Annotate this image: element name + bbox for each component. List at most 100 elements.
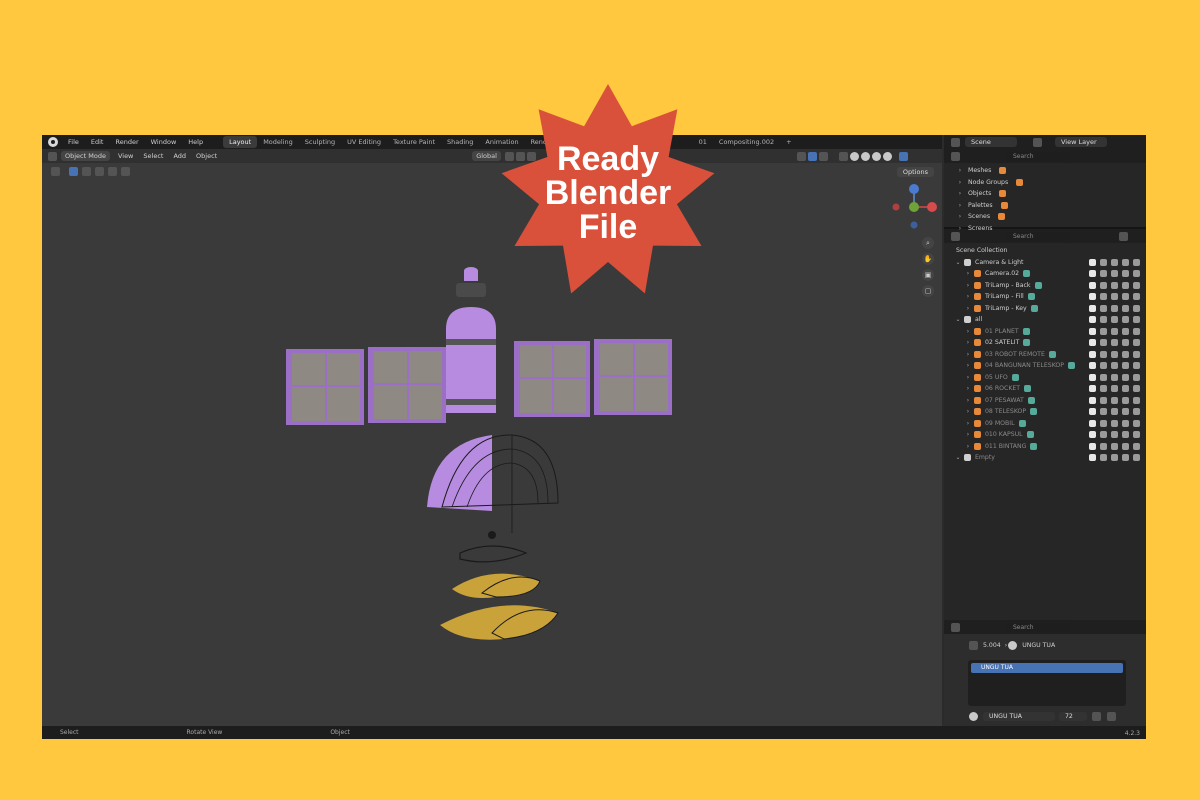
render-camera-icon[interactable]	[1133, 350, 1140, 358]
outliner-item[interactable]: › 06 ROCKET	[944, 383, 1146, 395]
select-arrow-icon[interactable]	[1100, 431, 1107, 438]
outliner-item[interactable]: › 05 UFO	[944, 372, 1146, 384]
data-browser-item[interactable]: › Objects	[944, 188, 1146, 200]
viewport-display-icon[interactable]	[1122, 373, 1129, 381]
render-camera-icon[interactable]	[1133, 396, 1140, 404]
menu-help[interactable]: Help	[182, 138, 209, 146]
material-users-count[interactable]: 72	[1059, 712, 1087, 721]
camera-view-icon[interactable]	[898, 151, 908, 161]
exclude-checkbox-icon[interactable]	[1089, 442, 1096, 450]
eye-icon[interactable]	[1111, 270, 1118, 277]
outliner-item[interactable]: › 011 BINTANG	[944, 441, 1146, 453]
blender-logo-icon[interactable]	[48, 137, 58, 147]
eye-icon[interactable]	[1111, 373, 1118, 381]
expand-arrow-icon[interactable]: ⌄	[954, 316, 962, 323]
outliner-item[interactable]: › 03 ROBOT REMOTE	[944, 349, 1146, 361]
workspace-tab-uv-editing[interactable]: UV Editing	[341, 136, 387, 148]
eye-icon[interactable]	[1111, 362, 1118, 369]
expand-arrow-icon[interactable]: ›	[964, 420, 972, 427]
xray-icon[interactable]	[838, 151, 848, 161]
expand-arrow-icon[interactable]: ⌄	[954, 259, 962, 266]
viewport-display-icon[interactable]	[1122, 431, 1129, 438]
exclude-checkbox-icon[interactable]	[1089, 408, 1096, 415]
exclude-checkbox-icon[interactable]	[1089, 419, 1096, 427]
exclude-checkbox-icon[interactable]	[1089, 270, 1096, 277]
scene-icon[interactable]	[951, 137, 960, 147]
workspace-tab-layout[interactable]: Layout	[223, 136, 258, 148]
workspace-tab-texture-paint[interactable]: Texture Paint	[387, 136, 441, 148]
exclude-checkbox-icon[interactable]	[1089, 304, 1096, 312]
viewport-display-icon[interactable]	[1122, 396, 1129, 404]
outliner-item[interactable]: › 010 KAPSUL	[944, 429, 1146, 441]
viewport-display-icon[interactable]	[1122, 454, 1129, 461]
select-arrow-icon[interactable]	[1100, 339, 1107, 346]
eye-icon[interactable]	[1111, 304, 1118, 312]
eye-icon[interactable]	[1111, 258, 1118, 266]
data-browser-item[interactable]: › Node Groups	[944, 177, 1146, 189]
select-arrow-icon[interactable]	[1100, 270, 1107, 277]
select-box-icon[interactable]	[69, 167, 78, 176]
data-browser-search[interactable]: Search	[1005, 151, 1071, 161]
3d-viewport[interactable]: Options ⌕ ✋ ▣ ▢	[42, 163, 942, 726]
add-workspace-button[interactable]: +	[780, 136, 797, 148]
viewport-display-icon[interactable]	[1122, 281, 1129, 289]
expand-arrow-icon[interactable]: ⌄	[954, 454, 962, 461]
expand-arrow-icon[interactable]: ›	[956, 190, 964, 197]
data-browser-item[interactable]: › Palettes	[944, 200, 1146, 212]
expand-arrow-icon[interactable]: ›	[964, 362, 972, 369]
material-browse-icon[interactable]	[969, 712, 978, 721]
viewport-display-icon[interactable]	[1122, 304, 1129, 312]
select-arrow-icon[interactable]	[1100, 304, 1107, 312]
render-camera-icon[interactable]	[1133, 281, 1140, 289]
outliner-item[interactable]: ⌄ Camera & Light	[944, 257, 1146, 269]
exclude-checkbox-icon[interactable]	[1089, 431, 1096, 438]
viewport-display-icon[interactable]	[1122, 316, 1129, 323]
lock-icon[interactable]: ▢	[922, 285, 934, 297]
outliner-item[interactable]: › 01 PLANET	[944, 326, 1146, 338]
outliner-item[interactable]: › 08 TELESKOP	[944, 406, 1146, 418]
expand-arrow-icon[interactable]: ›	[964, 408, 972, 415]
select-arrow-icon[interactable]	[1100, 258, 1107, 266]
expand-arrow-icon[interactable]: ›	[964, 431, 972, 438]
eye-icon[interactable]	[1111, 442, 1118, 450]
select-arrow-icon[interactable]	[1100, 281, 1107, 289]
eye-icon[interactable]	[1111, 293, 1118, 300]
render-camera-icon[interactable]	[1133, 442, 1140, 450]
orientation-dropdown[interactable]: Global	[472, 151, 501, 161]
satellite-model[interactable]	[282, 263, 682, 643]
properties-type-icon[interactable]	[951, 622, 960, 632]
render-camera-icon[interactable]	[1133, 385, 1140, 392]
eye-icon[interactable]	[1111, 408, 1118, 415]
viewport-display-icon[interactable]	[1122, 327, 1129, 335]
viewport-menu-view[interactable]: View	[113, 152, 138, 160]
workspace-tab-sculpting[interactable]: Sculpting	[299, 136, 341, 148]
outliner-item[interactable]: › Camera.02	[944, 268, 1146, 280]
object-mode-dropdown[interactable]: Object Mode	[61, 151, 110, 161]
eye-icon[interactable]	[1111, 419, 1118, 427]
data-browser-item[interactable]: › Scenes	[944, 211, 1146, 223]
render-camera-icon[interactable]	[1133, 327, 1140, 335]
viewport-display-icon[interactable]	[1122, 385, 1129, 392]
eye-icon[interactable]	[1111, 454, 1118, 461]
expand-arrow-icon[interactable]: ›	[956, 225, 964, 232]
exclude-checkbox-icon[interactable]	[1089, 350, 1096, 358]
render-camera-icon[interactable]	[1133, 316, 1140, 323]
navigation-gizmo[interactable]	[888, 181, 940, 233]
eye-icon[interactable]	[1111, 350, 1118, 358]
select-intersect-icon[interactable]	[121, 167, 130, 176]
render-camera-icon[interactable]	[1133, 258, 1140, 266]
menu-render[interactable]: Render	[109, 138, 144, 146]
camera-icon[interactable]: ▣	[922, 269, 934, 281]
render-camera-icon[interactable]	[1133, 454, 1140, 461]
menu-window[interactable]: Window	[145, 138, 183, 146]
exclude-checkbox-icon[interactable]	[1089, 281, 1096, 289]
viewport-menu-object[interactable]: Object	[191, 152, 222, 160]
editor-type-icon[interactable]	[48, 151, 57, 161]
data-browser-item[interactable]: › Meshes	[944, 165, 1146, 177]
select-extend-icon[interactable]	[82, 167, 91, 176]
render-camera-icon[interactable]	[1133, 408, 1140, 415]
wireframe-shading-icon[interactable]	[849, 151, 859, 161]
workspace-tab-compositing[interactable]: Compositing.002	[713, 136, 780, 148]
select-arrow-icon[interactable]	[1100, 293, 1107, 300]
exclude-checkbox-icon[interactable]	[1089, 339, 1096, 346]
